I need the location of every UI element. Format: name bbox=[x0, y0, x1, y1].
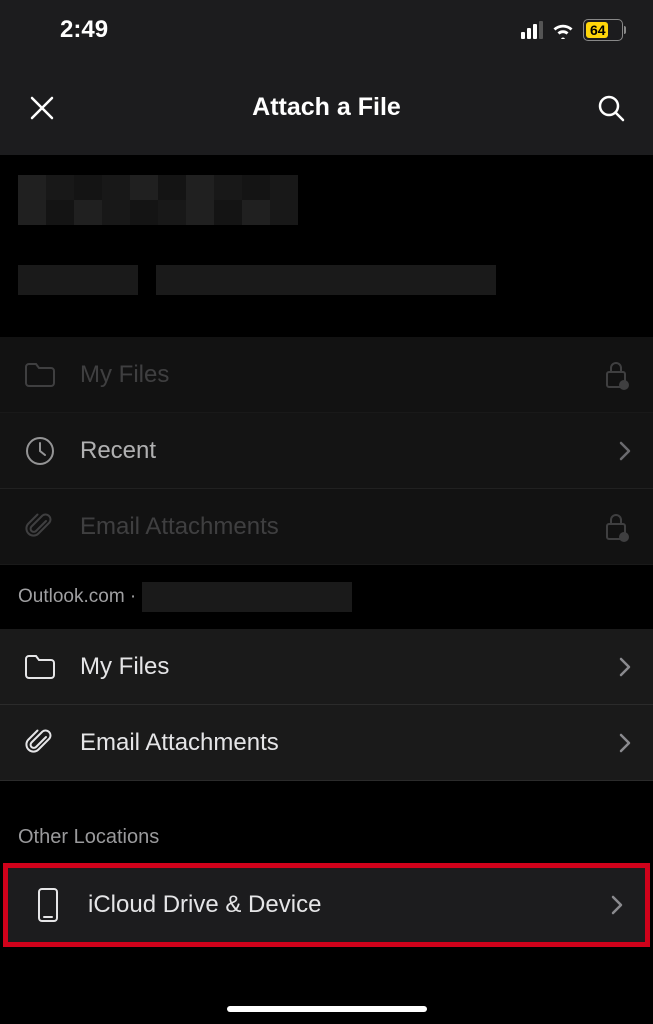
row-icloud-drive-device[interactable]: iCloud Drive & Device bbox=[8, 868, 645, 942]
redacted-email bbox=[142, 582, 352, 612]
section-header-outlook: Outlook.com · bbox=[0, 565, 653, 629]
wifi-icon bbox=[551, 21, 575, 39]
battery-percent: 64 bbox=[590, 22, 606, 38]
folder-icon bbox=[22, 357, 58, 393]
folder-icon bbox=[22, 649, 58, 685]
paperclip-icon bbox=[22, 509, 58, 545]
row-my-files-disabled: My Files bbox=[0, 337, 653, 413]
chevron-right-icon bbox=[619, 441, 631, 461]
nav-header: Attach a File bbox=[0, 60, 653, 155]
phone-icon bbox=[30, 887, 66, 923]
highlight-frame: iCloud Drive & Device bbox=[3, 863, 650, 947]
search-icon bbox=[596, 93, 626, 123]
row-label: My Files bbox=[80, 653, 619, 681]
row-recent[interactable]: Recent bbox=[0, 413, 653, 489]
row-label: Recent bbox=[80, 437, 619, 465]
row-label: iCloud Drive & Device bbox=[88, 891, 611, 919]
status-time: 2:49 bbox=[60, 16, 108, 44]
section-header-label: Other Locations bbox=[18, 826, 159, 849]
cellular-signal-icon bbox=[521, 21, 543, 39]
redacted-account-header bbox=[0, 155, 653, 337]
chevron-right-icon bbox=[611, 895, 623, 915]
clock-icon bbox=[22, 433, 58, 469]
redacted-block bbox=[156, 265, 496, 295]
search-button[interactable] bbox=[591, 88, 631, 128]
section-header-label: Outlook.com · bbox=[18, 586, 136, 608]
chevron-right-icon bbox=[619, 657, 631, 677]
close-icon bbox=[28, 94, 56, 122]
row-label: My Files bbox=[80, 361, 603, 389]
redacted-block bbox=[18, 175, 298, 225]
page-title: Attach a File bbox=[62, 93, 591, 122]
chevron-right-icon bbox=[619, 733, 631, 753]
paperclip-icon bbox=[22, 725, 58, 761]
battery-indicator: 64 bbox=[583, 19, 623, 41]
row-email-attachments[interactable]: Email Attachments bbox=[0, 705, 653, 781]
row-email-attachments-disabled: Email Attachments bbox=[0, 489, 653, 565]
section-header-other: Other Locations bbox=[0, 781, 653, 863]
row-label: Email Attachments bbox=[80, 513, 603, 541]
status-indicators: 64 bbox=[521, 19, 623, 41]
account-section-outlook: My Files Email Attachments bbox=[0, 629, 653, 781]
home-indicator[interactable] bbox=[227, 1006, 427, 1012]
status-bar: 2:49 64 bbox=[0, 0, 653, 60]
account-section-disabled: My Files Recent Email Attachments bbox=[0, 337, 653, 565]
redacted-block bbox=[18, 265, 138, 295]
lock-icon bbox=[603, 360, 631, 390]
lock-icon bbox=[603, 512, 631, 542]
row-my-files[interactable]: My Files bbox=[0, 629, 653, 705]
close-button[interactable] bbox=[22, 88, 62, 128]
row-label: Email Attachments bbox=[80, 729, 619, 757]
